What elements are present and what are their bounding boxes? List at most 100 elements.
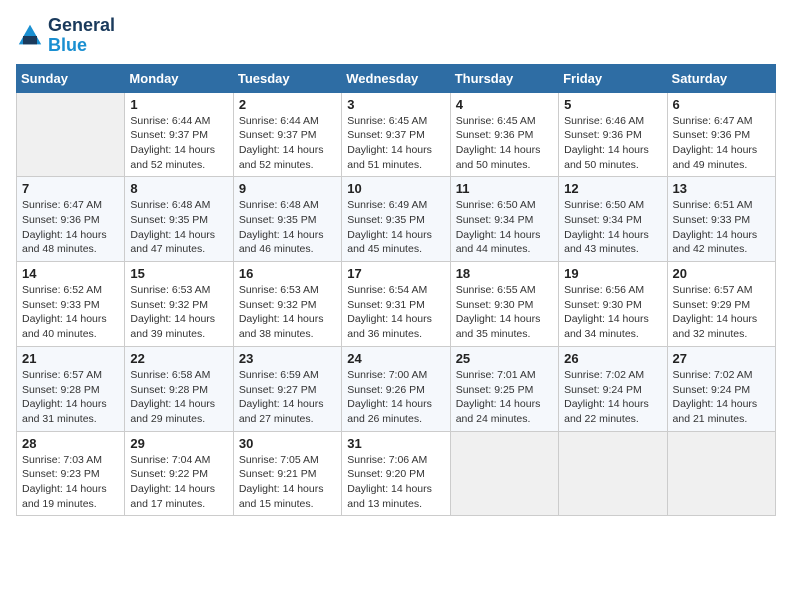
day-number: 19 (564, 266, 661, 281)
day-number: 13 (673, 181, 770, 196)
day-info: Sunrise: 6:46 AMSunset: 9:36 PMDaylight:… (564, 114, 661, 173)
calendar-day-cell: 28 Sunrise: 7:03 AMSunset: 9:23 PMDayligh… (17, 431, 125, 516)
day-number: 1 (130, 97, 227, 112)
weekday-header-row: SundayMondayTuesdayWednesdayThursdayFrid… (17, 64, 776, 92)
calendar-day-cell: 16Sunrise: 6:53 AMSunset: 9:32 PMDayligh… (233, 262, 341, 347)
day-number: 6 (673, 97, 770, 112)
calendar-day-cell: 10 Sunrise: 6:49 AMSunset: 9:35 PMDayligh… (342, 177, 450, 262)
day-number: 8 (130, 181, 227, 196)
day-info: Sunrise: 6:54 AMSunset: 9:31 PMDaylight:… (347, 283, 444, 342)
logo-text: General Blue (48, 16, 115, 56)
logo: General Blue (16, 16, 115, 56)
day-info: Sunrise: 6:52 AMSunset: 9:33 PMDaylight:… (22, 283, 119, 342)
day-info: Sunrise: 6:50 AMSunset: 9:34 PMDaylight:… (564, 198, 661, 257)
day-info: Sunrise: 6:49 AMSunset: 9:35 PMDaylight:… (347, 198, 444, 257)
weekday-header: Saturday (667, 64, 775, 92)
calendar-table: SundayMondayTuesdayWednesdayThursdayFrid… (16, 64, 776, 517)
day-number: 22 (130, 351, 227, 366)
day-number: 27 (673, 351, 770, 366)
calendar-day-cell: 27 Sunrise: 7:02 AMSunset: 9:24 PMDayligh… (667, 346, 775, 431)
day-info: Sunrise: 6:48 AMSunset: 9:35 PMDaylight:… (130, 198, 227, 257)
calendar-day-cell: 3 Sunrise: 6:45 AMSunset: 9:37 PMDaylight… (342, 92, 450, 177)
calendar-day-cell: 5 Sunrise: 6:46 AMSunset: 9:36 PMDaylight… (559, 92, 667, 177)
day-info: Sunrise: 6:57 AMSunset: 9:28 PMDaylight:… (22, 368, 119, 427)
day-info: Sunrise: 7:05 AMSunset: 9:21 PMDaylight:… (239, 453, 336, 512)
day-number: 30 (239, 436, 336, 451)
weekday-header: Wednesday (342, 64, 450, 92)
day-info: Sunrise: 6:50 AMSunset: 9:34 PMDaylight:… (456, 198, 553, 257)
day-info: Sunrise: 7:02 AMSunset: 9:24 PMDaylight:… (673, 368, 770, 427)
day-info: Sunrise: 6:58 AMSunset: 9:28 PMDaylight:… (130, 368, 227, 427)
calendar-day-cell: 30 Sunrise: 7:05 AMSunset: 9:21 PMDayligh… (233, 431, 341, 516)
day-number: 10 (347, 181, 444, 196)
day-number: 23 (239, 351, 336, 366)
day-number: 21 (22, 351, 119, 366)
calendar-day-cell (450, 431, 558, 516)
day-info: Sunrise: 6:57 AMSunset: 9:29 PMDaylight:… (673, 283, 770, 342)
day-number: 20 (673, 266, 770, 281)
calendar-day-cell: 23 Sunrise: 6:59 AMSunset: 9:27 PMDayligh… (233, 346, 341, 431)
day-number: 28 (22, 436, 119, 451)
day-number: 16 (239, 266, 336, 281)
day-number: 25 (456, 351, 553, 366)
day-info: Sunrise: 6:44 AMSunset: 9:37 PMDaylight:… (239, 114, 336, 173)
day-number: 18 (456, 266, 553, 281)
calendar-day-cell: 14Sunrise: 6:52 AMSunset: 9:33 PMDayligh… (17, 262, 125, 347)
day-number: 24 (347, 351, 444, 366)
calendar-day-cell: 29 Sunrise: 7:04 AMSunset: 9:22 PMDayligh… (125, 431, 233, 516)
day-number: 15 (130, 266, 227, 281)
calendar-day-cell (559, 431, 667, 516)
calendar-day-cell (17, 92, 125, 177)
calendar-day-cell: 31Sunrise: 7:06 AMSunset: 9:20 PMDayligh… (342, 431, 450, 516)
calendar-day-cell (667, 431, 775, 516)
day-number: 2 (239, 97, 336, 112)
day-number: 5 (564, 97, 661, 112)
day-info: Sunrise: 6:47 AMSunset: 9:36 PMDaylight:… (673, 114, 770, 173)
calendar-day-cell: 22 Sunrise: 6:58 AMSunset: 9:28 PMDayligh… (125, 346, 233, 431)
day-number: 12 (564, 181, 661, 196)
calendar-day-cell: 24 Sunrise: 7:00 AMSunset: 9:26 PMDayligh… (342, 346, 450, 431)
weekday-header: Thursday (450, 64, 558, 92)
calendar-day-cell: 9 Sunrise: 6:48 AMSunset: 9:35 PMDaylight… (233, 177, 341, 262)
header: General Blue (16, 16, 776, 56)
calendar-day-cell: 1Sunrise: 6:44 AMSunset: 9:37 PMDaylight… (125, 92, 233, 177)
day-number: 26 (564, 351, 661, 366)
day-number: 17 (347, 266, 444, 281)
calendar-day-cell: 8 Sunrise: 6:48 AMSunset: 9:35 PMDaylight… (125, 177, 233, 262)
day-info: Sunrise: 7:03 AMSunset: 9:23 PMDaylight:… (22, 453, 119, 512)
day-info: Sunrise: 7:02 AMSunset: 9:24 PMDaylight:… (564, 368, 661, 427)
calendar-day-cell: 11 Sunrise: 6:50 AMSunset: 9:34 PMDayligh… (450, 177, 558, 262)
calendar-day-cell: 17 Sunrise: 6:54 AMSunset: 9:31 PMDayligh… (342, 262, 450, 347)
calendar-day-cell: 12 Sunrise: 6:50 AMSunset: 9:34 PMDayligh… (559, 177, 667, 262)
day-number: 29 (130, 436, 227, 451)
weekday-header: Tuesday (233, 64, 341, 92)
calendar-week-row: 1 Sunrise: 6:44 AMSunset: 9:37 PMDaylight… (17, 92, 776, 177)
day-number: 7 (22, 181, 119, 196)
page-container: General Blue SundayMondayTuesdayWednesda… (16, 16, 776, 516)
day-info: Sunrise: 7:06 AMSunset: 9:20 PMDaylight:… (347, 453, 444, 512)
day-number: 3 (347, 97, 444, 112)
day-info: Sunrise: 7:04 AMSunset: 9:22 PMDaylight:… (130, 453, 227, 512)
calendar-day-cell: 7Sunrise: 6:47 AMSunset: 9:36 PMDaylight… (17, 177, 125, 262)
day-info: Sunrise: 6:56 AMSunset: 9:30 PMDaylight:… (564, 283, 661, 342)
day-info: Sunrise: 6:55 AMSunset: 9:30 PMDaylight:… (456, 283, 553, 342)
day-number: 9 (239, 181, 336, 196)
calendar-day-cell: 2 Sunrise: 6:44 AMSunset: 9:37 PMDaylight… (233, 92, 341, 177)
day-info: Sunrise: 7:00 AMSunset: 9:26 PMDaylight:… (347, 368, 444, 427)
day-number: 4 (456, 97, 553, 112)
logo-icon (16, 22, 44, 50)
day-info: Sunrise: 6:59 AMSunset: 9:27 PMDaylight:… (239, 368, 336, 427)
day-number: 11 (456, 181, 553, 196)
day-info: Sunrise: 6:45 AMSunset: 9:37 PMDaylight:… (347, 114, 444, 173)
day-info: Sunrise: 6:53 AMSunset: 9:32 PMDaylight:… (130, 283, 227, 342)
day-info: Sunrise: 6:45 AMSunset: 9:36 PMDaylight:… (456, 114, 553, 173)
weekday-header: Friday (559, 64, 667, 92)
weekday-header: Sunday (17, 64, 125, 92)
calendar-day-cell: 18 Sunrise: 6:55 AMSunset: 9:30 PMDayligh… (450, 262, 558, 347)
calendar-day-cell: 21 Sunrise: 6:57 AMSunset: 9:28 PMDayligh… (17, 346, 125, 431)
calendar-week-row: 7Sunrise: 6:47 AMSunset: 9:36 PMDaylight… (17, 177, 776, 262)
weekday-header: Monday (125, 64, 233, 92)
day-info: Sunrise: 6:48 AMSunset: 9:35 PMDaylight:… (239, 198, 336, 257)
calendar-day-cell: 26 Sunrise: 7:02 AMSunset: 9:24 PMDayligh… (559, 346, 667, 431)
calendar-day-cell: 19 Sunrise: 6:56 AMSunset: 9:30 PMDayligh… (559, 262, 667, 347)
